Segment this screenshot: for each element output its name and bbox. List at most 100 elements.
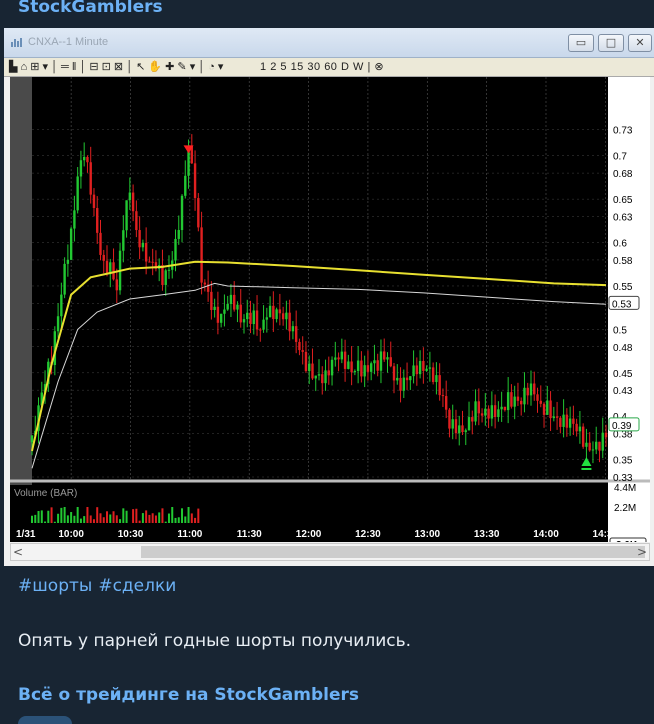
price-tick: 0.7 (613, 152, 627, 163)
candle-body (193, 163, 197, 199)
close-button[interactable]: ✕ (628, 34, 652, 52)
price-tick: 0.6 (613, 239, 627, 250)
candle-body (213, 306, 216, 310)
candle-body (321, 374, 324, 384)
candle-body (500, 406, 503, 410)
window-titlebar: CNXA--1 Minute ▭ □ ✕ (4, 28, 654, 58)
candle-body (200, 227, 203, 283)
candle-body (428, 367, 432, 369)
candle-body (386, 357, 389, 360)
candle-body (539, 400, 542, 404)
candle-body (477, 401, 481, 414)
candle-body (135, 211, 138, 231)
candle-body (180, 195, 184, 231)
candle-body (262, 319, 265, 330)
candle-body (105, 260, 109, 275)
candle-body (314, 375, 317, 379)
candle-body (350, 361, 353, 373)
volume-tick: 2.2M (614, 503, 636, 514)
candle-body (73, 210, 76, 229)
candle-body (69, 228, 73, 260)
candle-body (148, 261, 151, 263)
candle-body (324, 370, 327, 384)
date-label: 1/31 (16, 529, 36, 540)
candle-body (549, 400, 552, 419)
candle-body (311, 363, 314, 379)
candle-body (285, 312, 288, 320)
candle-body (529, 383, 533, 396)
candle-body (376, 360, 379, 371)
chart-background (10, 77, 650, 542)
period-60[interactable]: 60 (324, 58, 337, 76)
promo-link[interactable]: Всё о трейдинге на StockGamblers (18, 685, 359, 705)
hashtag-deals[interactable]: #сделки (98, 576, 176, 596)
candle-body (431, 367, 435, 383)
maximize-button[interactable]: □ (598, 34, 624, 52)
hashtag-shorts[interactable]: #шорты (18, 576, 92, 596)
time-tick: 10:00 (58, 529, 84, 540)
candle-body (474, 401, 477, 422)
period-15[interactable]: 15 (291, 58, 304, 76)
time-tick: 14:00 (533, 529, 559, 540)
chart-toolbar: ▙ ⌂ ⊞ ▾ │ ═ ‖ │ ⊟ ⊡ ⊠ │ ↖ ✋ ✚ ✎ ▾ │ ◔ ▾ … (4, 58, 654, 77)
candle-body (102, 254, 105, 261)
time-tick: 10:30 (118, 529, 144, 540)
price-tick: 0.63 (613, 213, 633, 224)
candle-body (523, 387, 526, 405)
price-tick: 0.43 (613, 386, 633, 397)
period-selector[interactable]: 1 2 5 15 30 60 D W | ⊗ (260, 58, 384, 76)
time-tick: 12:30 (355, 529, 381, 540)
period-5[interactable]: 5 (280, 58, 287, 76)
period-30[interactable]: 30 (307, 58, 320, 76)
close-circle-icon[interactable]: | ⊗ (367, 58, 384, 76)
candle-body (451, 419, 454, 429)
candle-body (360, 360, 363, 377)
period-day[interactable]: D (341, 58, 349, 76)
candle-body (174, 238, 177, 261)
time-tick: 11:00 (177, 529, 202, 540)
scroll-left-icon[interactable]: < (13, 544, 23, 560)
price-chart[interactable]: 0.73 0.7 0.68 0.65 0.63 0.6 0.58 0.55 0.53 0.5 0.4… (10, 77, 650, 542)
candle-body (506, 392, 510, 411)
candle-body (249, 312, 252, 325)
candle-body (347, 361, 350, 369)
price-tick: 0.35 (613, 456, 633, 467)
scroll-right-icon[interactable]: > (637, 544, 647, 560)
candle-body (288, 312, 291, 332)
period-week[interactable]: W (353, 58, 364, 76)
candle-body (353, 371, 357, 373)
candle-body (526, 387, 529, 396)
reaction-badge[interactable] (18, 716, 72, 724)
horizontal-scrollbar[interactable]: < > (10, 543, 650, 561)
candle-body (513, 396, 516, 407)
candle-body (259, 329, 262, 331)
candle-body (301, 350, 304, 352)
candle-body (203, 282, 207, 285)
price-tick: 0.45 (613, 369, 633, 380)
candle-body (291, 326, 295, 332)
scrollbar-thumb[interactable] (141, 546, 645, 558)
toolbar-tools[interactable]: ▙ ⌂ ⊞ ▾ │ ═ ‖ │ ⊟ ⊡ ⊠ │ ↖ ✋ ✚ ✎ ▾ │ ◔ ▾ (9, 58, 223, 76)
candle-body (373, 360, 376, 364)
channel-name[interactable]: StockGamblers (18, 0, 163, 17)
candle-body (555, 416, 559, 418)
candle-body (115, 279, 118, 291)
period-2[interactable]: 2 (270, 58, 277, 76)
candle-body (578, 426, 582, 432)
price-tick: 0.55 (613, 282, 633, 293)
candle-body (76, 176, 79, 211)
candle-body (572, 418, 575, 424)
period-1[interactable]: 1 (260, 58, 267, 76)
candle-body (363, 365, 366, 377)
window-title: CNXA--1 Minute (28, 36, 109, 48)
candle-body (242, 319, 246, 323)
candle-body (591, 449, 595, 451)
candle-body (141, 242, 145, 248)
candle-body (131, 192, 135, 212)
candle-body (448, 409, 451, 429)
chart-screenshot[interactable]: CNXA--1 Minute ▭ □ ✕ ▙ ⌂ ⊞ ▾ │ ═ ‖ │ ⊟ ⊡… (4, 28, 654, 566)
candle-body (308, 363, 311, 372)
candle-body (422, 361, 425, 371)
minimize-button[interactable]: ▭ (568, 34, 594, 52)
candle-body (383, 351, 386, 360)
